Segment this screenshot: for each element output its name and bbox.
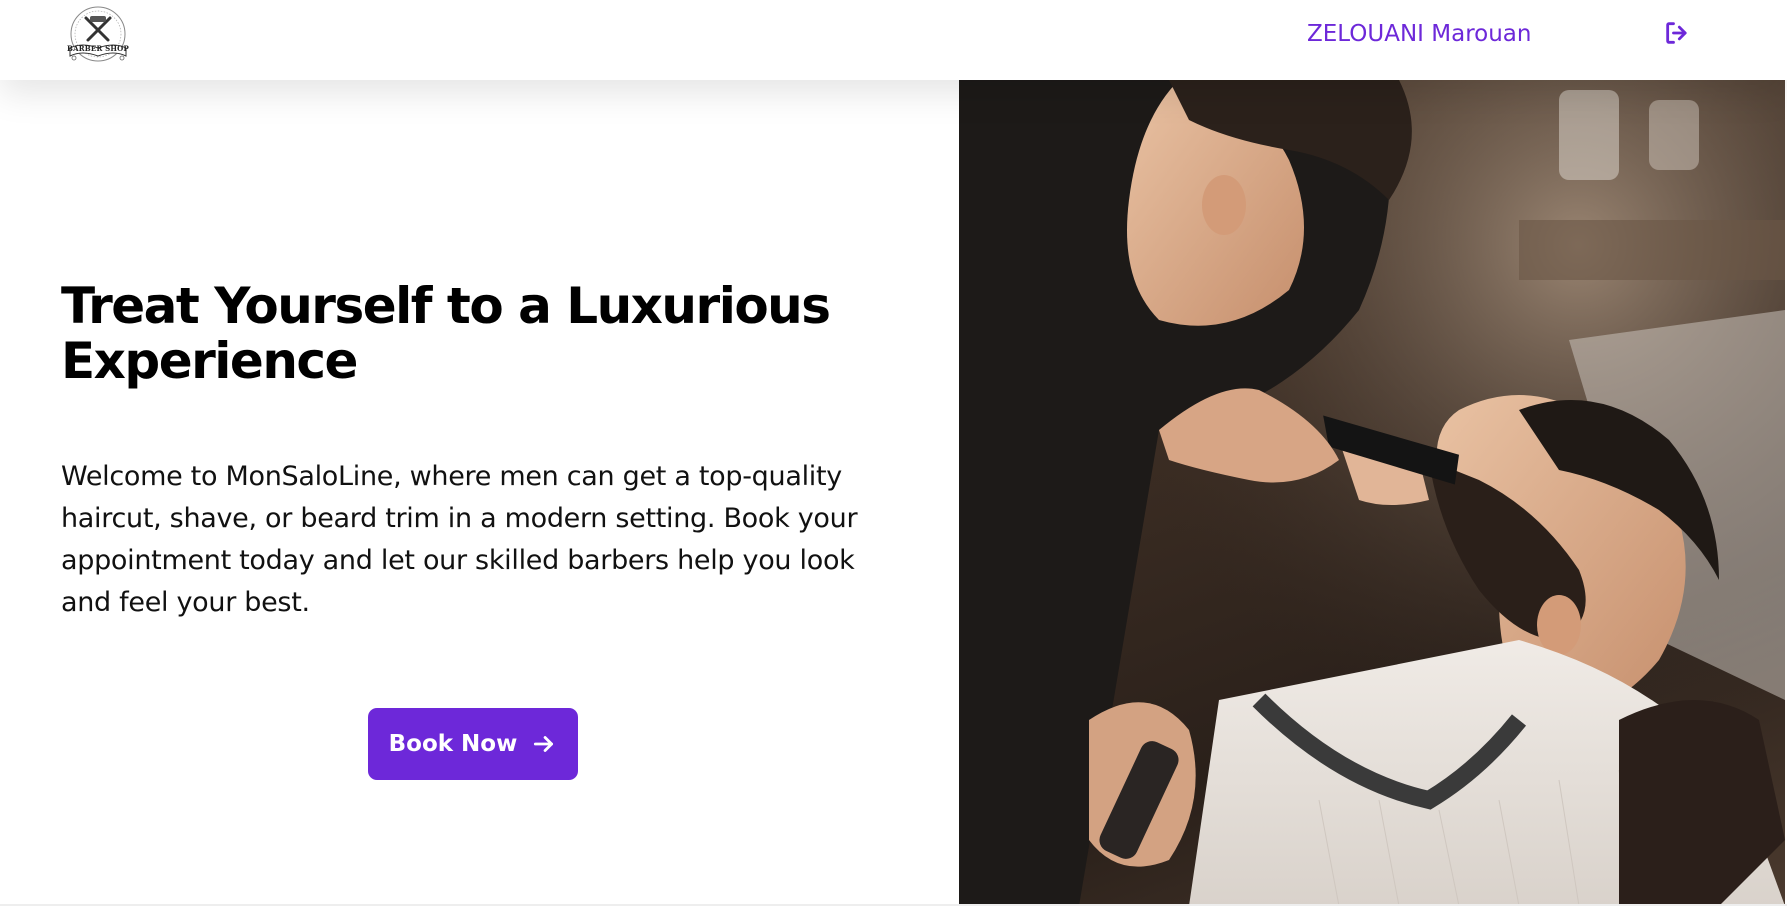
barber-shop-logo[interactable]: BARBER SHOP xyxy=(62,4,134,66)
barber-shop-logo-mark xyxy=(69,6,127,62)
hero-intro-text: Welcome to MonSaloLine, where men can ge… xyxy=(61,461,858,618)
barber-photo xyxy=(959,80,1785,906)
hero-text-section: Treat Yourself to a Luxurious Experience… xyxy=(0,80,958,906)
book-now-button[interactable]: Book Now xyxy=(368,708,578,780)
hero-headline: Treat Yourself to a Luxurious Experience xyxy=(61,277,831,390)
arrow-right-icon xyxy=(531,731,557,757)
logout-icon[interactable] xyxy=(1663,19,1691,47)
logo-text: BARBER SHOP xyxy=(67,44,129,53)
book-now-label: Book Now xyxy=(388,731,518,757)
user-name[interactable]: ZELOUANI Marouan xyxy=(1307,20,1531,48)
barber-trimming-beard-illustration xyxy=(959,80,1785,906)
top-navbar: BARBER SHOP ZELOUANI Marouan xyxy=(0,0,1787,80)
